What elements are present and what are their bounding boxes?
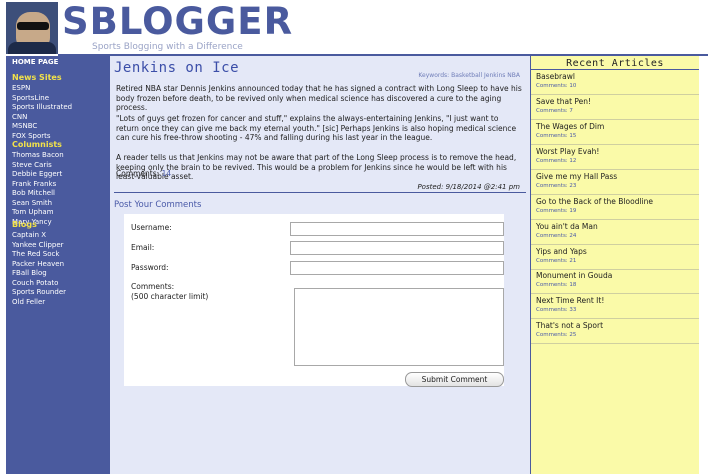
sidebar-link-old-feller[interactable]: Old Feller — [12, 298, 66, 308]
group-title-blogs: Blogs — [12, 220, 37, 229]
recent-article-item[interactable]: The Wages of Dim Comments: 15 — [531, 120, 699, 145]
recent-article-comments[interactable]: Comments: 24 — [536, 233, 576, 239]
sidebar-link-cnn[interactable]: CNN — [12, 113, 72, 123]
recent-article-comments[interactable]: Comments: 21 — [536, 258, 576, 264]
site-tagline: Sports Blogging with a Difference — [92, 42, 243, 52]
sidebar-link-sports-illustrated[interactable]: Sports Illustrated — [12, 103, 72, 113]
article-paragraph-1: Retired NBA star Dennis Jenkins announce… — [116, 84, 522, 112]
sidebar-link-steve-caris[interactable]: Steve Caris — [12, 161, 64, 171]
post-comments-heading: Post Your Comments — [114, 200, 202, 210]
recent-article-item[interactable]: You ain't da Man Comments: 24 — [531, 220, 699, 245]
recent-article-item[interactable]: Worst Play Evah! Comments: 12 — [531, 145, 699, 170]
recent-article-comments[interactable]: Comments: 25 — [536, 332, 576, 338]
sidebar-link-couch-potato[interactable]: Couch Potato — [12, 279, 66, 289]
recent-article-title[interactable]: Monument in Gouda — [536, 271, 612, 280]
recent-article-comments[interactable]: Comments: 18 — [536, 282, 576, 288]
username-label: Username: — [131, 223, 172, 232]
avatar — [6, 2, 58, 54]
comments-label: Comments: — [131, 282, 175, 291]
news-sites-group: News Sites ESPN SportsLine Sports Illust… — [12, 73, 72, 141]
comment-form: Username: Email: Password: Comments: (50… — [124, 214, 504, 387]
sidebar-link-bob-mitchell[interactable]: Bob Mitchell — [12, 189, 64, 199]
comments-limit-note: (500 character limit) — [131, 292, 209, 301]
recent-article-title[interactable]: The Wages of Dim — [536, 122, 604, 131]
article-paragraph-3: A reader tells us that Jenkins may not b… — [116, 153, 517, 181]
submit-comment-button[interactable]: Submit Comment — [405, 372, 504, 387]
recent-article-item[interactable]: Give me my Hall Pass Comments: 23 — [531, 170, 699, 195]
recent-article-item[interactable]: Save that Pen! Comments: 7 — [531, 95, 699, 120]
comments-count-link[interactable]: 14 — [162, 169, 172, 178]
sidebar-link-frank-franks[interactable]: Frank Franks — [12, 180, 64, 190]
recent-article-title[interactable]: Worst Play Evah! — [536, 147, 599, 156]
sidebar-link-the-red-sock[interactable]: The Red Sock — [12, 250, 66, 260]
group-title-columnists: Columnists — [12, 140, 62, 149]
recent-article-comments[interactable]: Comments: 33 — [536, 307, 576, 313]
site-header: SBLOGGER Sports Blogging with a Differen… — [0, 0, 708, 56]
blogs-group: Blogs Captain X Yankee Clipper The Red S… — [12, 220, 66, 307]
recent-article-item[interactable]: Monument in Gouda Comments: 18 — [531, 269, 699, 294]
recent-article-title[interactable]: Give me my Hall Pass — [536, 172, 617, 181]
sidebar-link-packer-heaven[interactable]: Packer Heaven — [12, 260, 66, 270]
home-link[interactable]: HOME PAGE — [12, 58, 58, 66]
sidebar-link-sean-smith[interactable]: Sean Smith — [12, 199, 64, 209]
article-paragraph-2: "Lots of guys get frozen for cancer and … — [116, 114, 517, 142]
article-keywords[interactable]: Keywords: Basketball Jenkins NBA — [418, 72, 520, 79]
recent-article-title[interactable]: Save that Pen! — [536, 97, 591, 106]
main-content: Jenkins on Ice Keywords: Basketball Jenk… — [110, 56, 530, 474]
email-input[interactable] — [290, 241, 504, 255]
recent-article-item[interactable]: That's not a Sport Comments: 25 — [531, 319, 699, 344]
email-label: Email: — [131, 243, 155, 252]
article-title: Jenkins on Ice — [114, 60, 240, 76]
article-divider — [114, 192, 526, 193]
posted-timestamp: Posted: 9/18/2014 @2:41 pm — [417, 183, 520, 191]
recent-article-title[interactable]: Next Time Rent It! — [536, 296, 604, 305]
comments-textarea[interactable] — [294, 288, 504, 366]
recent-article-comments[interactable]: Comments: 23 — [536, 183, 576, 189]
sidebar-link-sports-rounder[interactable]: Sports Rounder — [12, 288, 66, 298]
password-input[interactable] — [290, 261, 504, 275]
sidebar-link-debbie-eggert[interactable]: Debbie Eggert — [12, 170, 64, 180]
recent-articles-title: Recent Articles — [566, 58, 664, 69]
site-logo[interactable]: SBLOGGER — [62, 0, 293, 44]
sidebar-link-captain-x[interactable]: Captain X — [12, 231, 66, 241]
recent-article-title[interactable]: That's not a Sport — [536, 321, 603, 330]
recent-article-comments[interactable]: Comments: 19 — [536, 208, 576, 214]
recent-article-item[interactable]: Go to the Back of the Bloodline Comments… — [531, 195, 699, 220]
sidebar-link-fball-blog[interactable]: FBall Blog — [12, 269, 66, 279]
recent-article-item[interactable]: Basebrawl Comments: 10 — [531, 70, 699, 95]
recent-article-comments[interactable]: Comments: 15 — [536, 133, 576, 139]
recent-article-title[interactable]: You ain't da Man — [536, 222, 598, 231]
recent-article-title[interactable]: Go to the Back of the Bloodline — [536, 197, 653, 206]
recent-articles-panel: Recent Articles Basebrawl Comments: 10 S… — [531, 56, 699, 474]
sidebar-link-thomas-bacon[interactable]: Thomas Bacon — [12, 151, 64, 161]
password-label: Password: — [131, 263, 169, 272]
sidebar-link-sportsline[interactable]: SportsLine — [12, 94, 72, 104]
sidebar-link-yankee-clipper[interactable]: Yankee Clipper — [12, 241, 66, 251]
recent-article-item[interactable]: Next Time Rent It! Comments: 33 — [531, 294, 699, 319]
sidebar-link-tom-upham[interactable]: Tom Upham — [12, 208, 64, 218]
comments-count-line: Comments: 14 — [116, 169, 171, 178]
recent-article-title[interactable]: Basebrawl — [536, 72, 575, 81]
recent-article-comments[interactable]: Comments: 12 — [536, 158, 576, 164]
recent-article-comments[interactable]: Comments: 10 — [536, 83, 576, 89]
comments-count-label: Comments: — [116, 169, 160, 178]
group-title-news-sites: News Sites — [12, 73, 62, 82]
recent-article-item[interactable]: Yips and Yaps Comments: 21 — [531, 245, 699, 270]
sidebar-link-msnbc[interactable]: MSNBC — [12, 122, 72, 132]
sidebar: HOME PAGE News Sites ESPN SportsLine Spo… — [6, 56, 110, 474]
sidebar-link-espn[interactable]: ESPN — [12, 84, 72, 94]
columnists-group: Columnists Thomas Bacon Steve Caris Debb… — [12, 140, 64, 227]
recent-article-comments[interactable]: Comments: 7 — [536, 108, 573, 114]
username-input[interactable] — [290, 222, 504, 236]
recent-article-title[interactable]: Yips and Yaps — [536, 247, 587, 256]
